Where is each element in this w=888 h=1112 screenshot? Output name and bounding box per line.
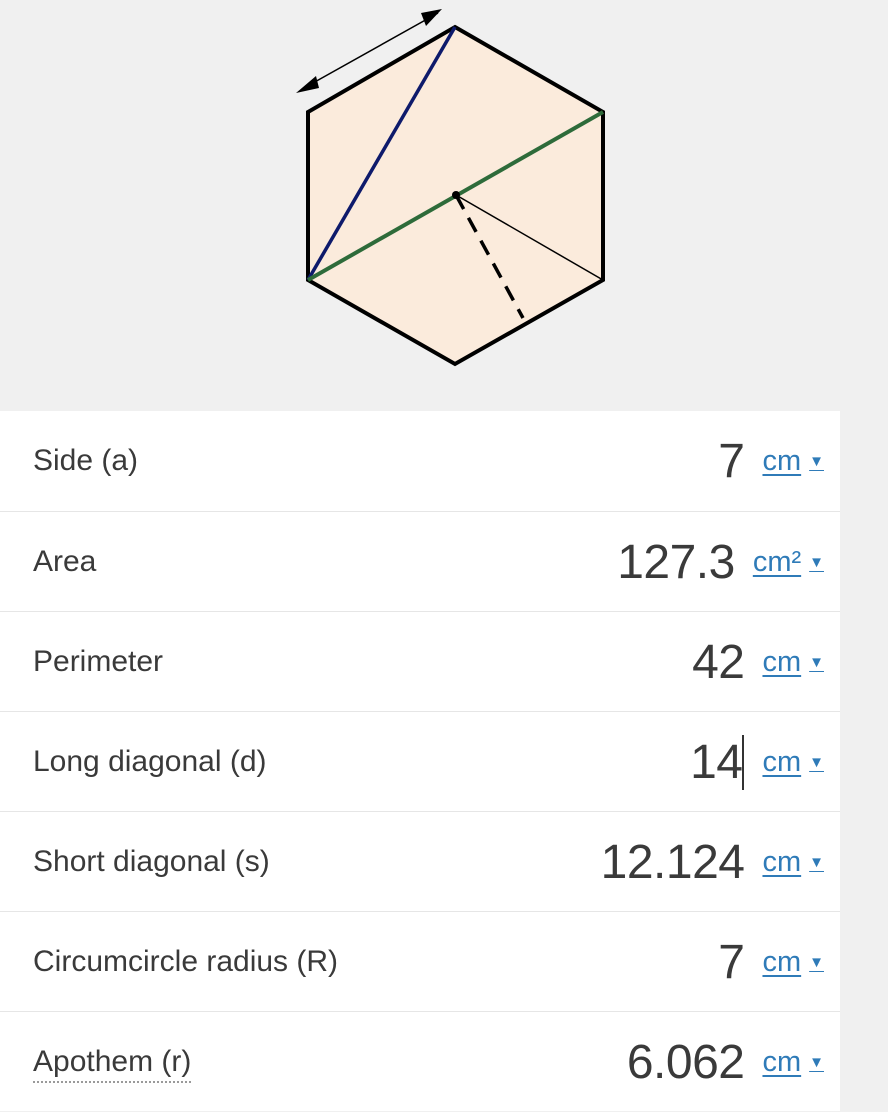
caret-down-icon: ▼ [809,653,824,671]
area-unit-dropdown[interactable]: cm² ▼ [753,546,824,579]
side-row: Side (a) 7 cm ▼ [0,411,840,511]
circumradius-unit-label: cm [762,945,802,978]
apothem-row: Apothem (r) 6.062 cm ▼ [0,1011,840,1111]
long-diagonal-unit-dropdown[interactable]: cm ▼ [762,746,824,779]
long-diagonal-value-group: 14 cm ▼ [690,712,824,812]
short-diagonal-unit-label: cm [762,845,802,878]
apothem-unit-dropdown[interactable]: cm ▼ [762,1046,824,1079]
circumradius-input[interactable]: 7 [718,935,745,990]
short-diagonal-unit-dropdown[interactable]: cm ▼ [762,846,824,879]
area-unit-label: cm² [752,545,802,578]
caret-down-icon: ▼ [809,953,824,971]
apothem-unit-label: cm [762,1045,802,1078]
circumradius-unit-dropdown[interactable]: cm ▼ [762,946,824,979]
short-diagonal-row: Short diagonal (s) 12.124 cm ▼ [0,811,840,911]
apothem-input[interactable]: 6.062 [627,1035,745,1090]
side-value-group: 7 cm ▼ [718,411,824,511]
hexagon-illustration [296,9,605,367]
perimeter-label: Perimeter [33,645,164,678]
page-margin [840,411,888,1112]
apothem-label[interactable]: Apothem (r) [33,1012,192,1112]
perimeter-unit-label: cm [762,645,802,678]
side-label: Side (a) [33,444,139,477]
calculator-fields: Side (a) 7 cm ▼ Area 127.3 cm² ▼ Perimet… [0,411,840,1111]
circumradius-value-group: 7 cm ▼ [718,912,824,1012]
long-diagonal-input[interactable]: 14 [690,734,745,790]
circumradius-row: Circumcircle radius (R) 7 cm ▼ [0,911,840,1011]
area-label: Area [33,545,97,578]
caret-down-icon: ▼ [809,452,824,470]
short-diagonal-label: Short diagonal (s) [33,845,270,878]
short-diagonal-value-group: 12.124 cm ▼ [601,812,824,912]
arrow-head-left [296,76,319,93]
area-value-group: 127.3 cm² ▼ [617,512,824,612]
apothem-label-text: Apothem (r) [33,1045,192,1083]
side-unit-label: cm [762,444,802,477]
hexagon-calculator-page: Side (a) 7 cm ▼ Area 127.3 cm² ▼ Perimet… [0,0,888,1112]
long-diagonal-row: Long diagonal (d) 14 cm ▼ [0,711,840,811]
caret-down-icon: ▼ [809,853,824,871]
side-unit-dropdown[interactable]: cm ▼ [762,445,824,478]
area-row: Area 127.3 cm² ▼ [0,511,840,611]
perimeter-row: Perimeter 42 cm ▼ [0,611,840,711]
circumradius-label: Circumcircle radius (R) [33,945,339,978]
perimeter-unit-dropdown[interactable]: cm ▼ [762,646,824,679]
area-input[interactable]: 127.3 [617,535,735,590]
perimeter-value-group: 42 cm ▼ [692,612,824,712]
long-diagonal-unit-label: cm [762,745,802,778]
apothem-value-group: 6.062 cm ▼ [627,1012,824,1112]
caret-down-icon: ▼ [809,553,824,571]
center-point [452,191,460,199]
perimeter-input[interactable]: 42 [692,635,745,690]
arrow-head-right [421,9,442,26]
hexagon-diagram [0,0,888,412]
short-diagonal-input[interactable]: 12.124 [601,835,745,890]
side-input[interactable]: 7 [718,434,745,489]
long-diagonal-label: Long diagonal (d) [33,745,267,778]
caret-down-icon: ▼ [809,1053,824,1071]
caret-down-icon: ▼ [809,753,824,771]
